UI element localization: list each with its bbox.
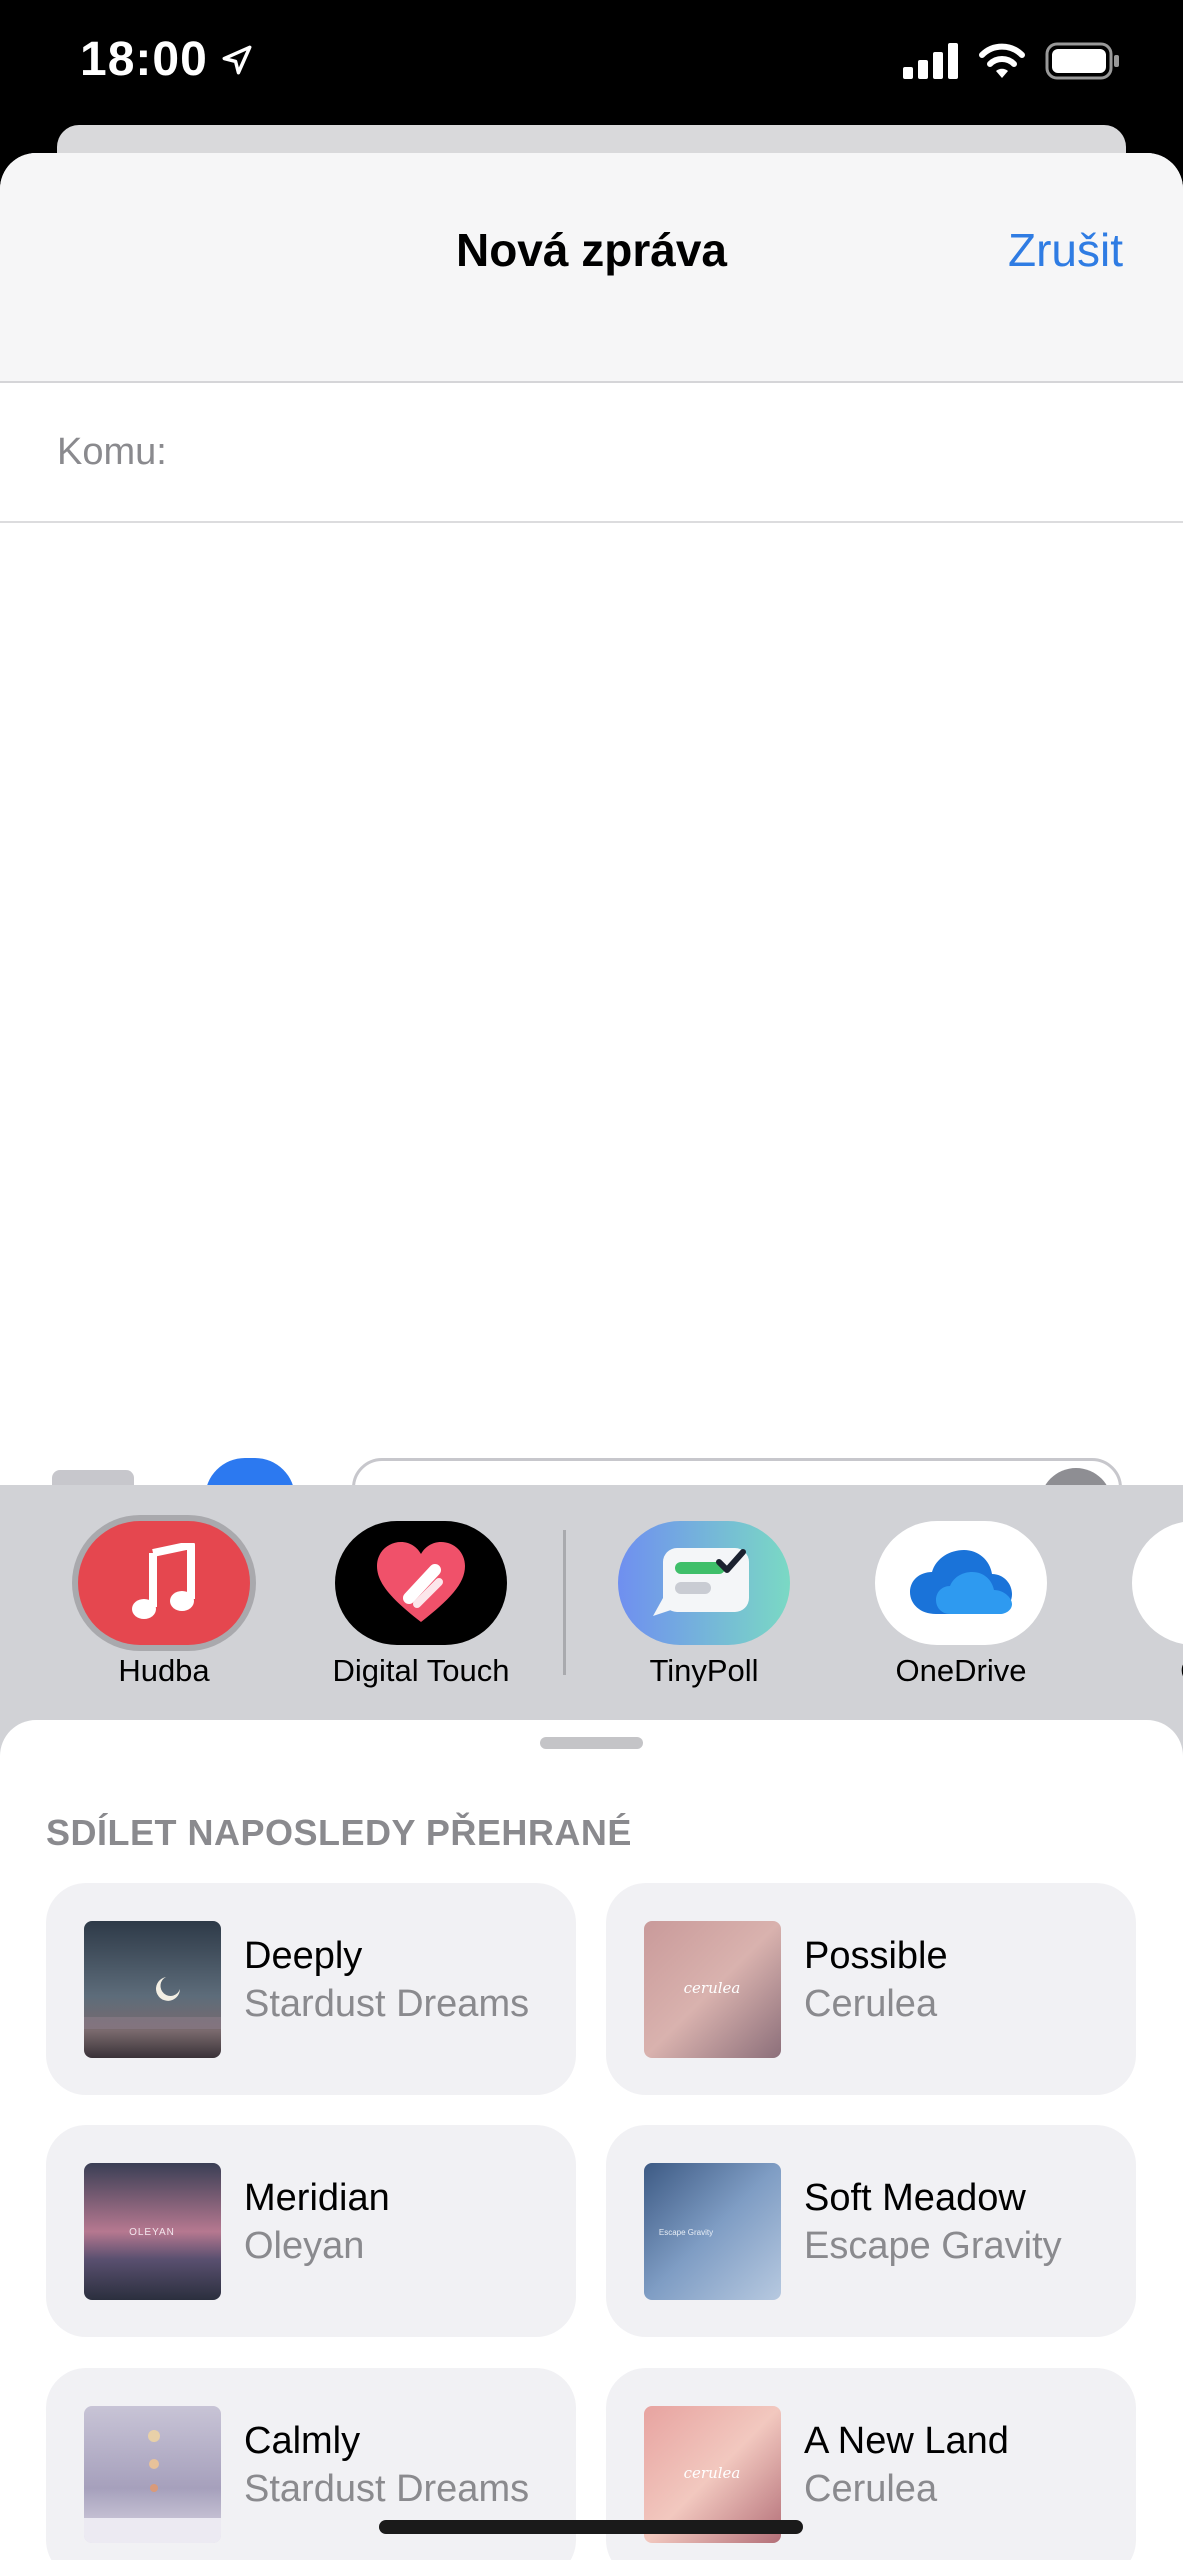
app-drawer: Hudba Digital Touch TinyPoll OneDrive SD… [0, 1485, 1183, 2560]
wifi-icon [979, 43, 1025, 78]
location-arrow-icon [222, 45, 252, 74]
track-title: A New Land [804, 2420, 1009, 2462]
status-bar: 18:00 [0, 0, 1183, 125]
album-art-text: cerulea [684, 1979, 741, 1997]
track-title: Deeply [244, 1935, 363, 1977]
app-label: Goog [1098, 1653, 1183, 1689]
track-title: Soft Meadow [804, 2177, 1026, 2219]
album-art-text: cerulea [684, 2464, 741, 2482]
album-art-text: Escape Gravity [659, 2228, 713, 2237]
app-hudba[interactable]: Hudba [44, 1521, 284, 1689]
album-art [84, 1921, 221, 2058]
track-card-soft-meadow[interactable]: Escape Gravity Soft Meadow Escape Gravit… [606, 2125, 1136, 2337]
cancel-button[interactable]: Zrušit [1008, 223, 1123, 277]
track-card-meridian[interactable]: OLEYAN Meridian Oleyan [46, 2125, 576, 2337]
recipient-field[interactable]: Komu: [0, 383, 1183, 523]
panel-grabber[interactable] [540, 1737, 643, 1749]
status-time: 18:00 [80, 33, 208, 86]
recipient-label: Komu: [57, 431, 167, 473]
app-strip-divider [563, 1530, 566, 1675]
section-title: SDÍLET NAPOSLEDY PŘEHRANÉ [46, 1812, 632, 1853]
app-label: Hudba [118, 1653, 210, 1688]
home-indicator[interactable] [379, 2520, 803, 2534]
app-strip[interactable]: Hudba Digital Touch TinyPoll OneDrive [0, 1485, 1183, 1720]
cellular-signal-icon [903, 43, 958, 79]
app-label: Digital Touch [332, 1653, 510, 1688]
tinypoll-icon [618, 1521, 790, 1645]
album-art: cerulea [644, 1921, 781, 2058]
track-title: Calmly [244, 2420, 361, 2462]
album-art: Escape Gravity [644, 2163, 781, 2300]
onedrive-cloud-icon [875, 1521, 1047, 1645]
track-artist: Stardust Dreams [244, 2468, 530, 2510]
track-title: Meridian [244, 2177, 390, 2219]
google-icon [1132, 1521, 1183, 1645]
track-artist: Oleyan [244, 2225, 365, 2267]
music-share-panel: SDÍLET NAPOSLEDY PŘEHRANÉ Deeply Stardus… [0, 1720, 1183, 2560]
track-artist: Escape Gravity [804, 2225, 1062, 2267]
app-google[interactable]: Goog [1098, 1521, 1183, 1689]
music-note-icon [78, 1521, 250, 1645]
sheet-header: Nová zpráva Zrušit [0, 153, 1183, 383]
app-digital-touch[interactable]: Digital Touch [301, 1521, 541, 1689]
track-title: Possible [804, 1935, 948, 1977]
album-art [84, 2406, 221, 2543]
page-title: Nová zpráva [455, 224, 727, 276]
track-artist: Cerulea [804, 1983, 938, 2025]
album-art-text: OLEYAN [129, 2227, 175, 2238]
app-label: OneDrive [895, 1653, 1027, 1688]
track-card-possible[interactable]: cerulea Possible Cerulea [606, 1883, 1136, 2095]
app-onedrive[interactable]: OneDrive [841, 1521, 1081, 1689]
battery-icon [1045, 42, 1119, 80]
compose-toolbar [0, 1458, 1183, 1518]
app-label: TinyPoll [649, 1653, 759, 1688]
track-artist: Stardust Dreams [244, 1983, 530, 2025]
app-tinypoll[interactable]: TinyPoll [584, 1521, 824, 1689]
track-artist: Cerulea [804, 2468, 938, 2510]
digital-touch-heart-icon [335, 1521, 507, 1645]
track-card-deeply[interactable]: Deeply Stardust Dreams [46, 1883, 576, 2095]
album-art: OLEYAN [84, 2163, 221, 2300]
